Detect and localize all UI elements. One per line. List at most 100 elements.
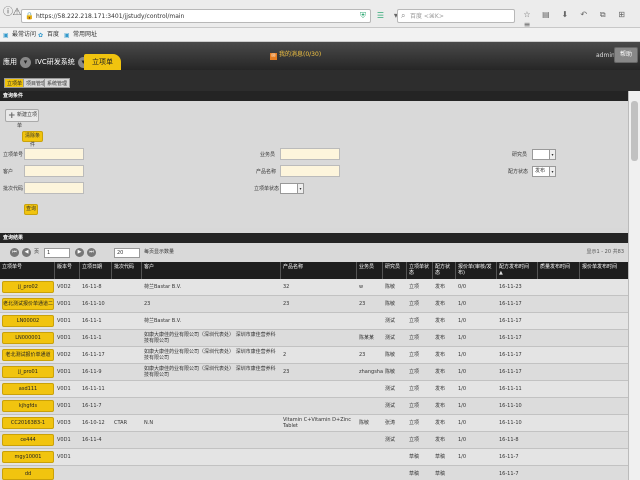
nav-tab-ivc[interactable]: IVC研发系统▾ — [32, 54, 89, 70]
col-batch[interactable]: 批次代码 — [112, 262, 142, 279]
col-quality-time[interactable]: 质量发布时间 — [538, 262, 580, 279]
customer-cell — [142, 466, 281, 480]
product-input[interactable] — [280, 165, 340, 177]
nav-tab-order[interactable]: 立项单 — [84, 54, 121, 70]
customer-input[interactable] — [24, 165, 84, 177]
order-no-link[interactable]: CC2016383-1 — [2, 417, 54, 429]
batch-input[interactable] — [24, 182, 84, 194]
table-row[interactable]: 老北测试报价单通道 V0D2 16-11-17 如康大康佳药业有限公司（深圳代表处） … — [0, 347, 628, 364]
table-row[interactable]: dd 草稿 草稿 16-11-7 — [0, 466, 628, 480]
table-row[interactable]: kjhgfds V0D1 16-11-7 测试 立项 发布 1/0 16-11-10 — [0, 398, 628, 415]
table-row[interactable]: mgy10001 V0D1 草稿 草稿 1/0 16-11-7 — [0, 449, 628, 466]
pagination-bar: ⏮ ◀ 页 1 ▶ ⏭ 20 每页显示数量 显示1 - 20 共83 — [0, 243, 628, 262]
page-size-label: 每页显示数量 — [144, 249, 175, 255]
order-no-link[interactable]: jj_pro01 — [2, 366, 54, 378]
clear-conditions-button[interactable]: 清除条件 — [22, 131, 43, 148]
subtab-system[interactable]: 系统管理 — [44, 78, 71, 88]
order-no-link[interactable]: LN00002 — [2, 315, 54, 327]
new-order-button[interactable]: + 新建立项单 — [5, 109, 39, 129]
batch-cell — [112, 364, 142, 380]
quote-cell: 1/0 — [458, 318, 467, 324]
col-order-no[interactable]: 立项单号 — [0, 262, 55, 279]
order-no-link[interactable]: ce444 — [2, 434, 54, 446]
browser-search-input[interactable]: ⌕ 百度 <⌘K> — [397, 9, 515, 23]
page-scrollbar[interactable] — [628, 91, 640, 480]
batch-cell — [112, 432, 142, 448]
researcher-label: 研究员 — [512, 152, 528, 158]
col-date[interactable]: 立项日期 — [80, 262, 112, 279]
first-page-icon[interactable]: ⏮ — [10, 248, 19, 257]
product-cell — [281, 449, 357, 465]
batch-cell — [112, 381, 142, 397]
subtab-order[interactable]: 立项单 — [4, 78, 26, 88]
table-row[interactable]: ce444 V0D1 16-11-4 测试 立项 发布 1/0 16-11-8 — [0, 432, 628, 449]
col-customer[interactable]: 客户 — [142, 262, 281, 279]
order-no-link[interactable]: mgy10001 — [2, 451, 54, 463]
date-cell: 16-11-7 — [82, 403, 102, 409]
help-button[interactable]: 帮助 — [614, 47, 638, 63]
col-salesman[interactable]: 业务员 — [357, 262, 383, 279]
table-row[interactable]: LN00002 V0D1 16-11-1 荷兰Bastar B.V. 测试 立项 发布 1/0… — [0, 313, 628, 330]
back-arrow-icon[interactable]: ↶ — [579, 10, 589, 20]
date-cell: 16-11-11 — [82, 386, 105, 392]
page-size-select[interactable]: 20 — [114, 248, 140, 258]
order-no-input[interactable] — [24, 148, 84, 160]
salesman-cell: 陈敏 — [359, 420, 370, 426]
download-icon[interactable]: ⬇ — [560, 10, 570, 20]
col-formula-status[interactable]: 配方状态 — [433, 262, 456, 279]
message-link[interactable]: ✉ 我的消息(0/30) — [270, 50, 321, 60]
bookmark-common[interactable]: ▣ 常用网址 — [64, 30, 97, 39]
last-page-icon[interactable]: ⏭ — [87, 248, 96, 257]
col-formula-time[interactable]: 配方发布时间 ▲ — [497, 262, 538, 279]
puzzle-icon[interactable]: ⊞ — [617, 10, 627, 20]
bookmarks-bar: ▣ 最常访问 ✿ 百度 ▣ 常用网址 — [0, 28, 640, 42]
researcher-cell: 陈敏 — [385, 369, 396, 375]
bookmark-baidu[interactable]: ✿ 百度 — [38, 30, 59, 39]
scrollbar-thumb[interactable] — [631, 101, 638, 161]
batch-cell — [112, 466, 142, 480]
bookmark-most-visited[interactable]: ▣ 最常访问 — [3, 30, 36, 39]
salesman-input[interactable] — [280, 148, 340, 160]
page-number-input[interactable]: 1 — [44, 248, 70, 258]
query-button[interactable]: 查询 — [24, 204, 38, 215]
table-row[interactable]: CC2016383-1 V0D3 16-10-12 CTAR N.N Vitamin C+… — [0, 415, 628, 432]
formula-status-cell: 发布 — [435, 386, 446, 392]
order-no-link[interactable]: kjhgfds — [2, 400, 54, 412]
table-row[interactable]: 老北测试报价单通道二 V0D1 16-11-10 23 23 23 陈敏 立项 发布 1/0 16-… — [0, 296, 628, 313]
formula-time-cell: 16-11-7 — [499, 471, 519, 477]
prev-page-icon[interactable]: ◀ — [22, 248, 31, 257]
order-no-link[interactable]: LN000001 — [2, 332, 54, 344]
quote-cell: 0/0 — [458, 284, 467, 290]
nav-tab-app[interactable]: 應用 ▾ — [0, 54, 31, 70]
browser-address-bar: ⓘ ⚠ 🔒 https://58.222.218.171:3401/jjstud… — [0, 0, 640, 29]
col-status[interactable]: 立项单状态 — [407, 262, 433, 279]
table-row[interactable]: jj_pro02 V0D2 16-11-8 荷兰Bastar B.V. 32 w 陈敏 立项 发… — [0, 279, 628, 296]
order-no-link[interactable]: dd — [2, 468, 54, 480]
status-cell: 立项 — [409, 335, 420, 341]
order-no-link[interactable]: 老北测试报价单通道二 — [2, 298, 54, 310]
col-product[interactable]: 产品名称 — [281, 262, 357, 279]
order-no-link[interactable]: 老北测试报价单通道 — [2, 349, 54, 361]
col-version[interactable]: 版本号 — [55, 262, 80, 279]
reader-icon[interactable]: ▤ — [541, 10, 551, 20]
list-icon[interactable]: ☰ — [377, 11, 386, 20]
shield-icon[interactable]: ⛨ — [360, 11, 369, 20]
table-row[interactable]: asd111 V0D1 16-11-11 测试 立项 发布 1/0 16-11-11 — [0, 381, 628, 398]
next-page-icon[interactable]: ▶ — [75, 248, 84, 257]
table-row[interactable]: jj_pro01 V0D1 16-11-9 如康大康佳药业有限公司（深圳代表处） 深圳… — [0, 364, 628, 381]
table-row[interactable]: LN000001 V0D1 16-11-1 如康大康佳药业有限公司（深圳代表处） 深圳… — [0, 330, 628, 347]
col-quote-time[interactable]: 报价单发布时间 — [580, 262, 628, 279]
col-quote[interactable]: 报价单(审核/发布) — [456, 262, 497, 279]
status-select[interactable]: ▾ — [280, 183, 304, 194]
salesman-cell: w — [359, 284, 364, 290]
url-input[interactable]: 🔒 https://58.222.218.171:3401/jjstudy/co… — [21, 9, 371, 23]
screenshot-icon[interactable]: ⧉ — [598, 10, 608, 20]
col-researcher[interactable]: 研究员 — [383, 262, 407, 279]
order-no-link[interactable]: asd111 — [2, 383, 54, 395]
star-icon[interactable]: ☆ — [522, 10, 532, 20]
query-section-title: 查询条件 — [0, 91, 628, 101]
researcher-select[interactable]: ▾ — [532, 149, 556, 160]
formula-status-select[interactable]: 发布 ▾ — [532, 166, 556, 177]
status-cell: 立项 — [409, 437, 420, 443]
order-no-link[interactable]: jj_pro02 — [2, 281, 54, 293]
